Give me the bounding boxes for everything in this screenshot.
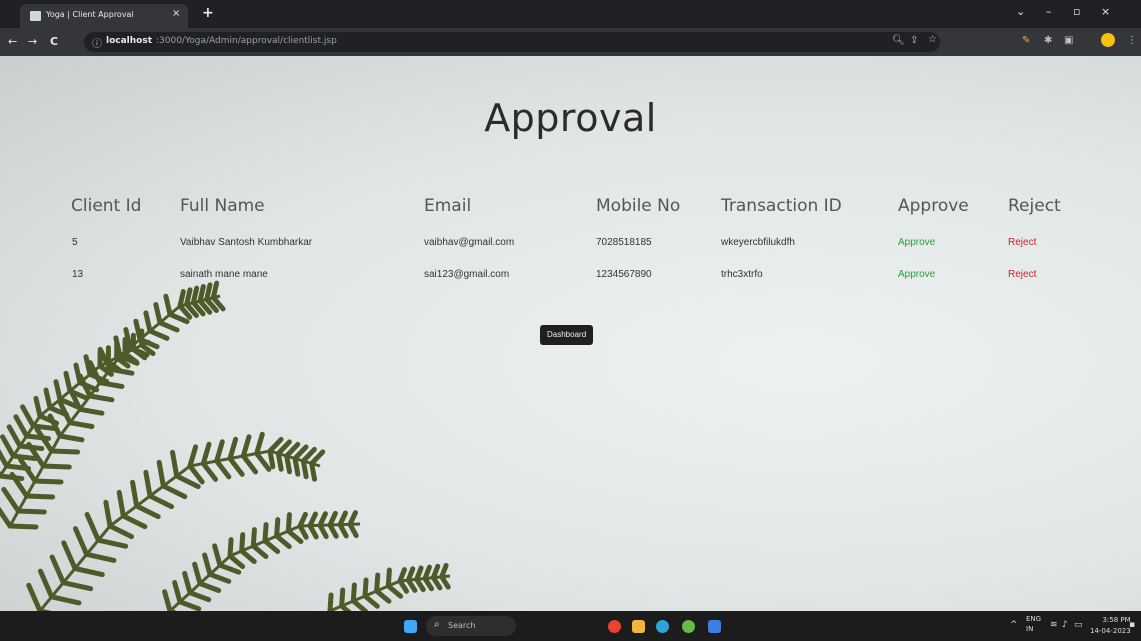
clock-time: 3:58 PM <box>1102 616 1131 624</box>
header-transaction-id: Transaction ID <box>721 196 842 216</box>
forward-button[interactable]: → <box>28 35 37 48</box>
wifi-icon[interactable]: ≋ <box>1050 620 1058 630</box>
extensions-puzzle-icon[interactable]: ✱ <box>1044 35 1052 46</box>
tab-search-icon[interactable]: ⌄ <box>1016 5 1025 18</box>
minimize-button[interactable]: – <box>1046 5 1052 18</box>
language-code: ENG <box>1026 615 1042 623</box>
transaction-id-cell: wkeyercbfilukdfh <box>721 237 795 248</box>
start-menu-icon[interactable] <box>404 620 417 633</box>
zoom-icon[interactable]: 🔍︎ <box>892 35 905 46</box>
taskbar-search-label: Search <box>448 621 476 630</box>
search-icon: ⌕ <box>434 619 440 630</box>
full-name-cell: sainath mane mane <box>180 269 268 280</box>
share-icon[interactable]: ⇪ <box>910 35 918 46</box>
approve-link[interactable]: Approve <box>898 269 935 280</box>
site-info-icon[interactable]: ⓘ <box>92 35 102 50</box>
clock[interactable]: 3:58 PM 14-04-2023 <box>1090 615 1131 637</box>
bookmark-star-icon[interactable]: ☆ <box>928 34 937 45</box>
reload-button[interactable]: C <box>50 35 58 48</box>
transaction-id-cell: trhc3xtrfo <box>721 269 763 280</box>
taskbar-search[interactable]: ⌕ Search <box>426 616 516 636</box>
mobile-cell: 1234567890 <box>596 269 652 280</box>
mobile-cell: 7028518185 <box>596 237 652 248</box>
region-code: IN <box>1026 625 1034 633</box>
header-approve: Approve <box>898 196 969 216</box>
full-name-cell: Vaibhav Santosh Kumbharkar <box>180 237 313 248</box>
header-reject: Reject <box>1008 196 1061 216</box>
app-icon-1[interactable] <box>608 620 621 633</box>
chrome-browser-icon[interactable] <box>682 620 695 633</box>
close-window-button[interactable]: × <box>1101 5 1110 18</box>
extension-pen-icon[interactable]: ✎ <box>1022 35 1030 46</box>
side-panel-icon[interactable]: ▣ <box>1064 35 1073 46</box>
address-bar[interactable]: ⓘ localhost :3000/Yoga/Admin/approval/cl… <box>84 32 940 52</box>
back-button[interactable]: ← <box>8 35 17 48</box>
reject-link[interactable]: Reject <box>1008 237 1036 248</box>
tray-overflow-icon[interactable]: ^ <box>1010 620 1018 630</box>
email-cell: sai123@gmail.com <box>424 269 510 280</box>
browser-tab-strip: Yoga | Client Approval × + ⌄ – ▫ × <box>0 0 1141 28</box>
taskbar: ⌕ Search ^ ENG IN ≋ ♪ ▭ 3:58 PM 14-04-20… <box>0 611 1141 641</box>
browser-toolbar: ← → C ⓘ localhost :3000/Yoga/Admin/appro… <box>0 28 1141 56</box>
reject-link[interactable]: Reject <box>1008 269 1036 280</box>
browser-menu-icon[interactable]: ⋮ <box>1127 35 1137 46</box>
client-id-cell: 13 <box>72 269 84 280</box>
client-id-cell: 5 <box>72 237 78 248</box>
approve-link[interactable]: Approve <box>898 237 935 248</box>
dashboard-button[interactable]: Dashboard <box>540 325 594 345</box>
url-path: :3000/Yoga/Admin/approval/clientlist.jsp <box>156 36 337 46</box>
tab-favicon-icon <box>30 11 41 21</box>
header-mobile-no: Mobile No <box>596 196 681 216</box>
app-icon-5[interactable] <box>708 620 721 633</box>
url-host: localhost <box>106 36 153 46</box>
header-client-id: Client Id <box>71 196 142 216</box>
edge-browser-icon[interactable] <box>656 620 669 633</box>
volume-icon[interactable]: ♪ <box>1062 620 1068 630</box>
header-email: Email <box>424 196 472 216</box>
profile-avatar[interactable] <box>1101 33 1115 47</box>
page-title: Approval <box>484 96 657 140</box>
new-tab-button[interactable]: + <box>202 5 214 21</box>
page-content: Approval Client Id Full Name Email Mobil… <box>0 56 1141 611</box>
notification-icon[interactable]: ▪ <box>1129 620 1135 630</box>
browser-tab[interactable]: Yoga | Client Approval × <box>20 4 188 28</box>
header-full-name: Full Name <box>180 196 265 216</box>
language-indicator[interactable]: ENG IN <box>1026 614 1041 634</box>
tab-close-button[interactable]: × <box>172 8 180 19</box>
restore-button[interactable]: ▫ <box>1073 5 1080 18</box>
email-cell: vaibhav@gmail.com <box>424 237 515 248</box>
file-explorer-icon[interactable] <box>632 620 645 633</box>
battery-icon[interactable]: ▭ <box>1074 620 1083 630</box>
tab-title: Yoga | Client Approval <box>46 10 134 19</box>
clock-date: 14-04-2023 <box>1090 627 1131 635</box>
